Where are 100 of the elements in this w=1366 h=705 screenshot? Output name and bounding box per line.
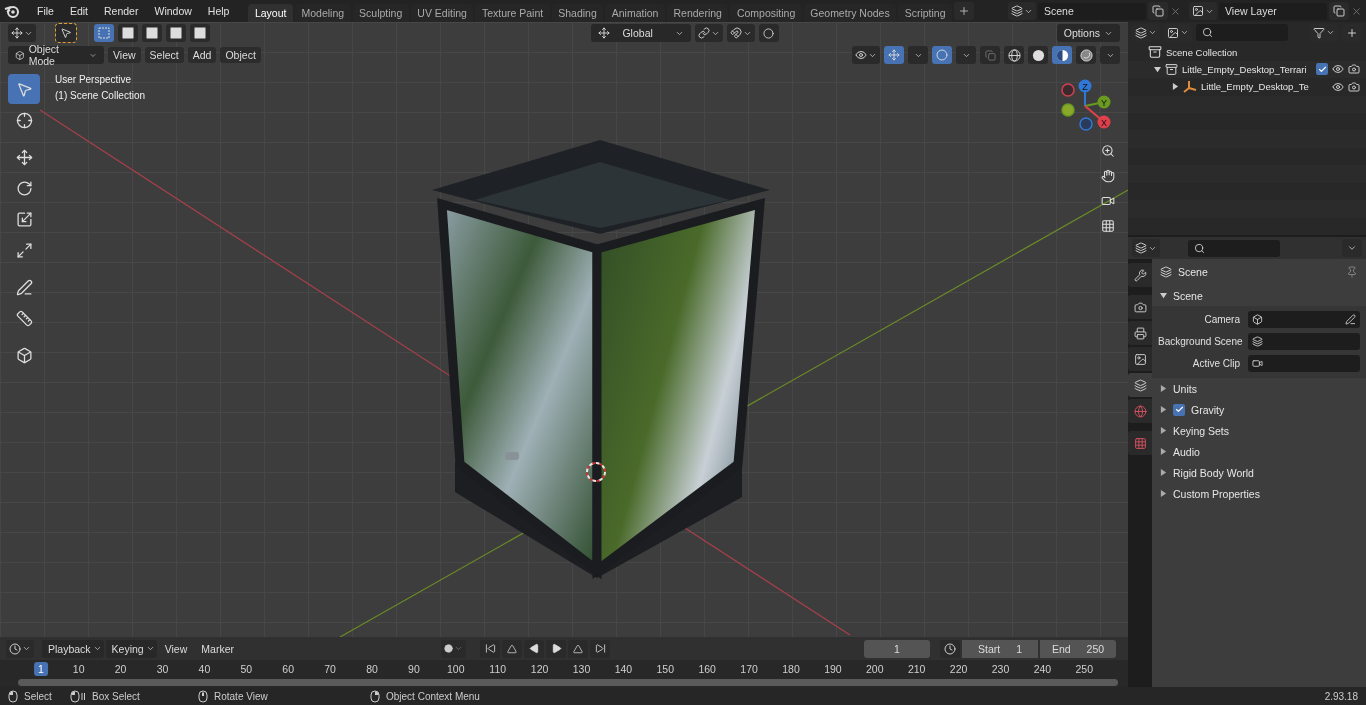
disclosure-triangle-icon[interactable]	[1160, 292, 1167, 299]
id-field[interactable]	[1248, 354, 1360, 372]
orientation-dropdown[interactable]: Global	[591, 24, 691, 42]
play-button[interactable]	[546, 639, 566, 658]
prev-key-button[interactable]	[502, 639, 522, 658]
scene-icon	[1160, 266, 1172, 278]
search-field[interactable]	[1188, 239, 1280, 257]
disclosure-triangle-icon[interactable]	[1172, 83, 1179, 91]
field-label: Background Scene	[1158, 335, 1240, 347]
disclosure-triangle-icon[interactable]	[1160, 406, 1167, 413]
navigation-gizmo[interactable]: Z Y X	[1056, 76, 1118, 138]
frame-number: 1	[34, 662, 48, 676]
menu-item[interactable]: Edit	[62, 5, 95, 17]
select-mode-button[interactable]	[166, 24, 186, 42]
editor-type-button[interactable]	[6, 639, 34, 658]
properties-tab[interactable]	[1128, 321, 1152, 345]
disclosure-triangle-icon[interactable]	[1160, 448, 1167, 455]
exclude-checkbox[interactable]	[1316, 63, 1328, 76]
menu-item[interactable]: Window	[147, 5, 199, 17]
copy-button[interactable]	[1329, 2, 1349, 20]
disclosure-triangle-icon[interactable]	[1154, 65, 1161, 73]
disclosure-triangle-icon[interactable]	[1160, 469, 1167, 476]
next-key-button[interactable]	[568, 639, 588, 658]
start-frame-field[interactable]: Start 1	[962, 639, 1038, 658]
panel-header[interactable]: Keying Sets	[1152, 420, 1366, 441]
current-frame-field[interactable]: 1	[864, 639, 930, 658]
panel-header[interactable]: Units	[1152, 378, 1366, 399]
copy-button[interactable]	[1148, 2, 1168, 20]
field-label: Active Clip	[1191, 357, 1240, 369]
panel-header[interactable]: Scene	[1152, 285, 1366, 306]
properties-tab[interactable]	[1128, 431, 1152, 455]
shading-button[interactable]	[1076, 46, 1096, 64]
disclosure-triangle-icon[interactable]	[1160, 490, 1167, 497]
negative-axis-handle[interactable]	[1061, 103, 1075, 117]
jump-end-button[interactable]	[590, 639, 610, 658]
copy-icon	[1152, 5, 1164, 17]
id-field[interactable]	[1248, 332, 1360, 350]
app-logo-icon[interactable]	[4, 4, 20, 18]
timeline-scrollbar[interactable]	[18, 679, 1118, 686]
properties-tab[interactable]	[1128, 295, 1152, 319]
snap-button[interactable]	[726, 24, 755, 42]
negative-axis-handle[interactable]	[1079, 117, 1093, 131]
viewport-menu[interactable]: View	[108, 47, 141, 63]
auto-key-button[interactable]	[441, 639, 466, 658]
menu-item[interactable]: Render	[97, 5, 146, 17]
visibility-button[interactable]	[852, 46, 880, 64]
disclosure-triangle-icon[interactable]	[1160, 385, 1167, 392]
proportional-button[interactable]	[758, 24, 779, 42]
panel-header[interactable]: Audio	[1152, 441, 1366, 462]
viewport-menu[interactable]: Add	[187, 47, 217, 63]
properties-tab[interactable]	[1128, 399, 1152, 423]
chevron-down-icon	[145, 644, 155, 653]
scene-field[interactable]: Scene	[1038, 2, 1146, 20]
overlay-button[interactable]	[932, 46, 952, 64]
play-reverse-button[interactable]	[524, 639, 544, 658]
editor-type-button[interactable]	[1132, 239, 1160, 257]
add-workspace-button[interactable]	[954, 2, 974, 20]
properties-tab[interactable]	[1128, 263, 1152, 287]
options-button[interactable]: Options	[1056, 24, 1120, 42]
select-mode-button[interactable]	[190, 24, 210, 42]
scene-selector[interactable]	[1008, 2, 1036, 20]
disclosure-triangle-icon[interactable]	[1160, 427, 1167, 434]
shading-button[interactable]	[1052, 46, 1072, 64]
panel-header[interactable]: Gravity	[1152, 399, 1366, 420]
jump-start-button[interactable]	[480, 639, 500, 658]
panel-header[interactable]: Custom Properties	[1152, 483, 1366, 504]
viewport-menu[interactable]: Object	[220, 47, 261, 63]
frame-number: 10	[71, 662, 86, 676]
preview-range-button[interactable]	[940, 639, 960, 658]
tool-button[interactable]	[56, 24, 76, 42]
select-mode-button[interactable]	[118, 24, 138, 42]
mode-dropdown[interactable]: Object Mode	[8, 46, 104, 64]
chevron-down-icon	[1347, 243, 1357, 253]
timeline-menu[interactable]: Marker	[195, 642, 240, 655]
search-field[interactable]	[1196, 24, 1288, 42]
3d-viewport[interactable]: Global Options Object Mode View Select Add Object User Perspective (1) Scene Collection Z Y X	[0, 22, 1128, 637]
view-layer-selector[interactable]	[1189, 2, 1217, 20]
menu-item[interactable]: Help	[200, 5, 237, 17]
pivot-button[interactable]	[694, 24, 723, 42]
id-field[interactable]	[1248, 310, 1360, 328]
shading-button[interactable]	[1028, 46, 1048, 64]
timeline-menu[interactable]: Keying	[105, 639, 157, 658]
properties-tab[interactable]	[1128, 347, 1152, 371]
view-layer-field[interactable]: View Layer	[1219, 2, 1327, 20]
gizmo-button[interactable]	[884, 46, 904, 64]
timeline-menu[interactable]: View	[158, 642, 194, 655]
tool-button[interactable]	[8, 74, 40, 104]
viewport-menu[interactable]: Select	[144, 47, 184, 63]
menu-item[interactable]: File	[30, 5, 61, 17]
timeline-menu[interactable]: Playback	[42, 639, 104, 658]
select-mode-button[interactable]	[142, 24, 162, 42]
end-frame-field[interactable]: End 250	[1040, 639, 1116, 658]
scene-icon	[1011, 5, 1023, 17]
checkbox[interactable]	[1173, 403, 1185, 416]
shading-button[interactable]	[1004, 46, 1024, 64]
workspace-tab[interactable]: Layout	[248, 3, 293, 22]
panel-header[interactable]: Rigid Body World	[1152, 462, 1366, 483]
editor-type-button[interactable]	[8, 24, 36, 42]
negative-axis-handle[interactable]	[1061, 83, 1075, 97]
zoom-icon	[1101, 144, 1115, 158]
